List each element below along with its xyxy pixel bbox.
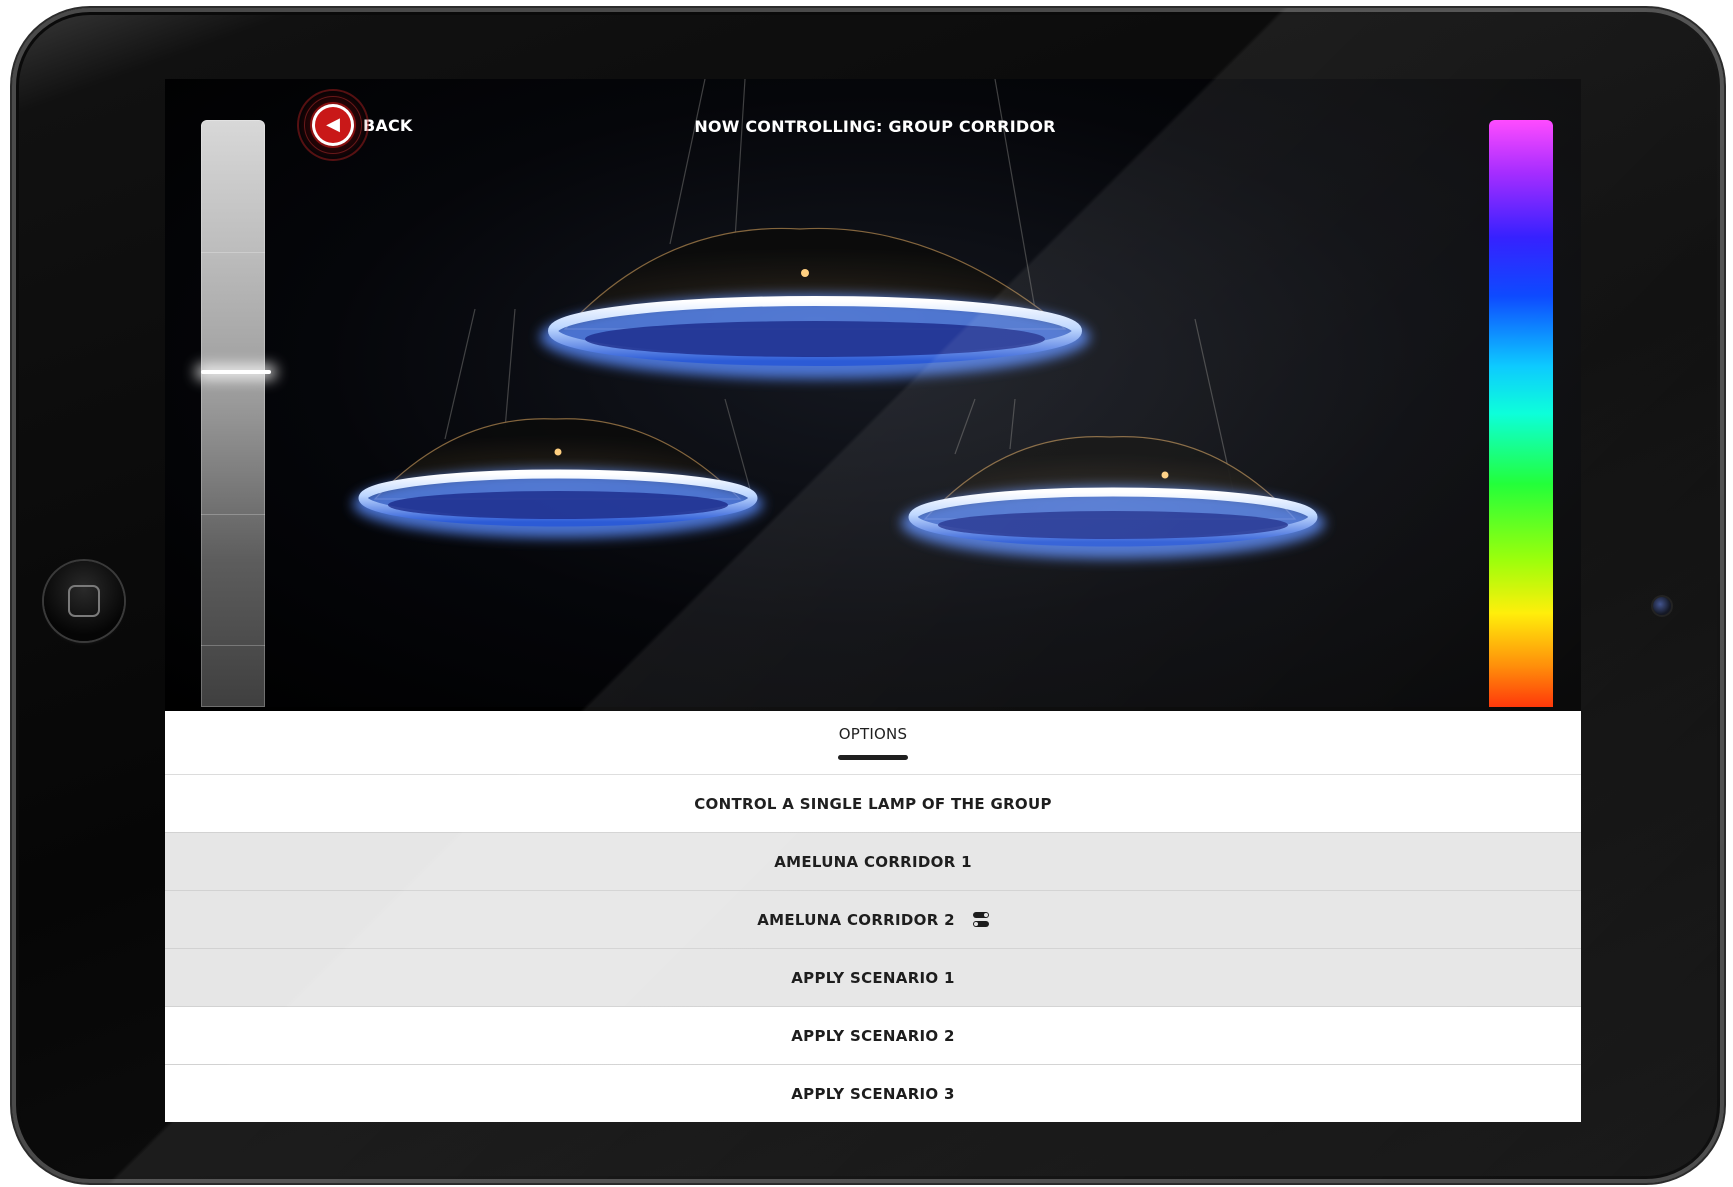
lamp-preview-stage: ◀ BACK NOW CONTROLLING: GROUP CORRIDOR <box>165 79 1581 707</box>
home-square-icon <box>68 585 100 617</box>
option-row[interactable]: AMELUNA CORRIDOR 2 <box>165 891 1581 949</box>
option-row-label: APPLY SCENARIO 2 <box>791 1026 955 1045</box>
option-row[interactable]: APPLY SCENARIO 3 <box>165 1065 1581 1122</box>
option-row-label: APPLY SCENARIO 1 <box>791 968 955 987</box>
options-header[interactable]: OPTIONS <box>165 711 1581 775</box>
option-row-label: AMELUNA CORRIDOR 1 <box>774 852 972 871</box>
options-title: OPTIONS <box>838 725 908 743</box>
home-button[interactable] <box>44 561 124 641</box>
slider-divider <box>201 514 265 515</box>
option-row[interactable]: CONTROL A SINGLE LAMP OF THE GROUP <box>165 775 1581 833</box>
slider-divider <box>201 645 265 646</box>
option-row-label: APPLY SCENARIO 3 <box>791 1085 955 1103</box>
option-row[interactable]: APPLY SCENARIO 1 <box>165 949 1581 1007</box>
back-button[interactable]: ◀ BACK <box>299 91 413 159</box>
option-row-label: AMELUNA CORRIDOR 2 <box>757 910 955 929</box>
tablet-device: ◀ BACK NOW CONTROLLING: GROUP CORRIDOR O… <box>12 8 1724 1183</box>
front-camera <box>1653 597 1671 615</box>
option-row[interactable]: APPLY SCENARIO 2 <box>165 1007 1581 1065</box>
toggle-icon[interactable] <box>972 912 989 927</box>
options-drag-handle[interactable] <box>838 755 908 760</box>
options-panel: OPTIONS CONTROL A SINGLE LAMP OF THE GRO… <box>165 711 1581 1122</box>
option-row-label: CONTROL A SINGLE LAMP OF THE GROUP <box>694 794 1052 813</box>
slider-divider <box>201 252 265 253</box>
lamp-illustration <box>353 79 1325 559</box>
now-controlling-title: NOW CONTROLLING: GROUP CORRIDOR <box>694 117 1056 136</box>
app-screen: ◀ BACK NOW CONTROLLING: GROUP CORRIDOR O… <box>165 79 1581 1122</box>
lamp-center <box>540 227 1090 379</box>
brightness-slider[interactable] <box>201 120 265 707</box>
option-row[interactable]: AMELUNA CORRIDOR 1 <box>165 833 1581 891</box>
brightness-slider-handle[interactable] <box>201 370 271 375</box>
back-label: BACK <box>363 115 413 135</box>
chevron-left-icon: ◀ <box>315 107 351 143</box>
back-ring-icon: ◀ <box>299 91 367 159</box>
color-hue-slider[interactable] <box>1489 120 1553 707</box>
